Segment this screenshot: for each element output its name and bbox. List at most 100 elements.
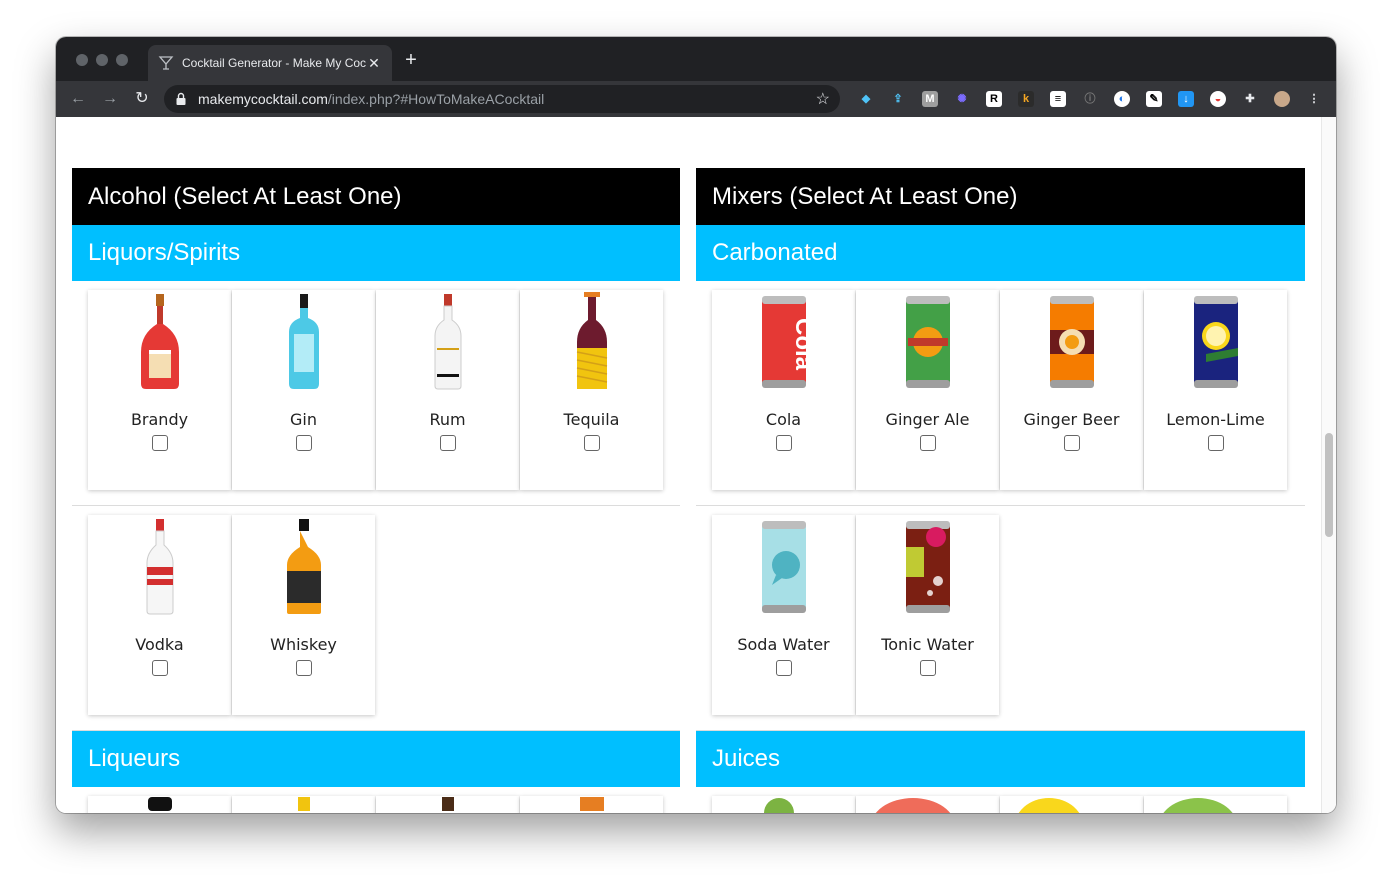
soda-water-can-icon: [761, 521, 806, 613]
lemon-lime-can-icon: [1193, 296, 1238, 388]
card-label: Brandy: [130, 410, 189, 429]
vodka-checkbox[interactable]: [151, 660, 168, 676]
card-label: Soda Water: [737, 635, 830, 654]
rum-card[interactable]: Rum: [376, 290, 519, 490]
liquors-row-2: Vodka Whiskey: [72, 506, 680, 731]
puzzle-extensions-icon[interactable]: ✚: [1242, 91, 1258, 107]
liqueur-card[interactable]: [88, 796, 231, 813]
tonic-water-can-icon: [905, 521, 950, 613]
gin-card[interactable]: Gin: [232, 290, 375, 490]
lock-icon: [176, 92, 186, 105]
tequila-checkbox[interactable]: [583, 435, 600, 451]
card-label: Lemon-Lime: [1166, 410, 1265, 429]
browser-toolbar: ← → ↻ makemycocktail.com/index.php?#HowT…: [56, 81, 1336, 117]
card-label: Rum: [429, 410, 466, 429]
minimize-window-button[interactable]: [96, 54, 108, 66]
tonic-water-card[interactable]: Tonic Water: [856, 515, 999, 715]
liqueurs-row: [72, 787, 680, 813]
new-tab-button[interactable]: +: [402, 50, 420, 70]
card-label: Tequila: [563, 410, 620, 429]
card-label: Ginger Ale: [885, 410, 970, 429]
cola-can-icon: Cola: [761, 296, 812, 388]
shield-extension-icon[interactable]: ◐: [1114, 91, 1130, 107]
brandy-bottle-icon: [140, 294, 179, 389]
tequila-card[interactable]: Tequila: [520, 290, 663, 490]
lemon-lime-checkbox[interactable]: [1207, 435, 1224, 451]
cocktail-glass-icon: [158, 56, 174, 70]
forward-arrow-icon[interactable]: →: [100, 89, 120, 109]
mixers-section-header: Mixers (Select At Least One): [696, 168, 1305, 225]
whiskey-card[interactable]: Whiskey: [232, 515, 375, 715]
reload-icon[interactable]: ↻: [132, 89, 152, 109]
card-label: Vodka: [135, 635, 184, 654]
whiskey-checkbox[interactable]: [295, 660, 312, 676]
juices-category-header: Juices: [696, 731, 1305, 787]
carbonated-row-1: Cola Cola Ginger Ale Ginger Beer Lemon-L…: [696, 281, 1305, 506]
tonic-water-checkbox[interactable]: [919, 660, 936, 676]
r-extension-icon[interactable]: R: [986, 91, 1002, 107]
tequila-bottle-icon: [576, 292, 607, 389]
close-tab-icon[interactable]: ✕: [366, 55, 382, 72]
pokeball-extension-icon[interactable]: ◒: [1210, 91, 1226, 107]
juices-row: [696, 787, 1305, 813]
info-extension-icon[interactable]: ⓘ: [1082, 91, 1098, 107]
share-extension-icon[interactable]: ⇪: [890, 91, 906, 107]
cola-card[interactable]: Cola Cola: [712, 290, 855, 490]
window-controls: [76, 54, 128, 66]
gem-extension-icon[interactable]: ◆: [858, 91, 874, 107]
rum-checkbox[interactable]: [439, 435, 456, 451]
close-window-button[interactable]: [76, 54, 88, 66]
list-extension-icon[interactable]: ≡: [1050, 91, 1066, 107]
liqueur-card[interactable]: [520, 796, 663, 813]
url-path: /index.php?#HowToMakeACocktail: [327, 91, 545, 107]
juice-card[interactable]: [712, 796, 855, 813]
brandy-checkbox[interactable]: [151, 435, 168, 451]
download-extension-icon[interactable]: ↓: [1178, 91, 1194, 107]
vodka-card[interactable]: Vodka: [88, 515, 231, 715]
juice-card[interactable]: [1000, 796, 1143, 813]
ginger-ale-can-icon: [905, 296, 950, 388]
ginger-beer-can-icon: [1049, 296, 1094, 388]
ginger-beer-card[interactable]: Ginger Beer: [1000, 290, 1143, 490]
m-extension-icon[interactable]: M: [922, 91, 938, 107]
alcohol-panel: Alcohol (Select At Least One) Liquors/Sp…: [72, 168, 680, 813]
k-extension-icon[interactable]: k: [1018, 91, 1034, 107]
maximize-window-button[interactable]: [116, 54, 128, 66]
soda-water-checkbox[interactable]: [775, 660, 792, 676]
card-label: Ginger Beer: [1023, 410, 1120, 429]
liqueur-card[interactable]: [232, 796, 375, 813]
browser-window: Cocktail Generator - Make My Cocktail ✕ …: [56, 37, 1336, 813]
edit-extension-icon[interactable]: ✎: [1146, 91, 1162, 107]
profile-avatar[interactable]: [1274, 91, 1290, 107]
liqueur-card[interactable]: [376, 796, 519, 813]
page-viewport: Alcohol (Select At Least One) Liquors/Sp…: [56, 117, 1336, 813]
browser-tab[interactable]: Cocktail Generator - Make My Cocktail ✕: [148, 45, 392, 81]
card-label: Cola: [765, 410, 802, 429]
whiskey-bottle-icon: [286, 519, 321, 614]
lemon-lime-card[interactable]: Lemon-Lime: [1144, 290, 1287, 490]
card-label: Whiskey: [270, 635, 337, 654]
mixers-panel: Mixers (Select At Least One) Carbonated …: [696, 168, 1305, 813]
bookmark-star-icon[interactable]: ☆: [816, 89, 830, 109]
juice-card[interactable]: [1144, 796, 1287, 813]
carbonated-category-header: Carbonated: [696, 225, 1305, 281]
address-bar[interactable]: makemycocktail.com/index.php?#HowToMakeA…: [164, 85, 840, 113]
soda-water-card[interactable]: Soda Water: [712, 515, 855, 715]
rum-bottle-icon: [434, 294, 461, 390]
cola-checkbox[interactable]: [775, 435, 792, 451]
kebab-menu-icon[interactable]: ⋮: [1306, 91, 1322, 107]
liqueurs-category-header: Liqueurs: [72, 731, 680, 787]
burst-extension-icon[interactable]: ✺: [954, 91, 970, 107]
card-label: Tonic Water: [881, 635, 974, 654]
gin-checkbox[interactable]: [295, 435, 312, 451]
ginger-beer-checkbox[interactable]: [1063, 435, 1080, 451]
alcohol-section-header: Alcohol (Select At Least One): [72, 168, 680, 225]
vodka-bottle-icon: [146, 519, 173, 615]
brandy-card[interactable]: Brandy: [88, 290, 231, 490]
juice-card[interactable]: [856, 796, 999, 813]
ginger-ale-card[interactable]: Ginger Ale: [856, 290, 999, 490]
ginger-ale-checkbox[interactable]: [919, 435, 936, 451]
scrollbar-thumb[interactable]: [1325, 433, 1333, 537]
carbonated-row-2: Soda Water Tonic Water: [696, 506, 1305, 731]
back-arrow-icon[interactable]: ←: [68, 89, 88, 109]
